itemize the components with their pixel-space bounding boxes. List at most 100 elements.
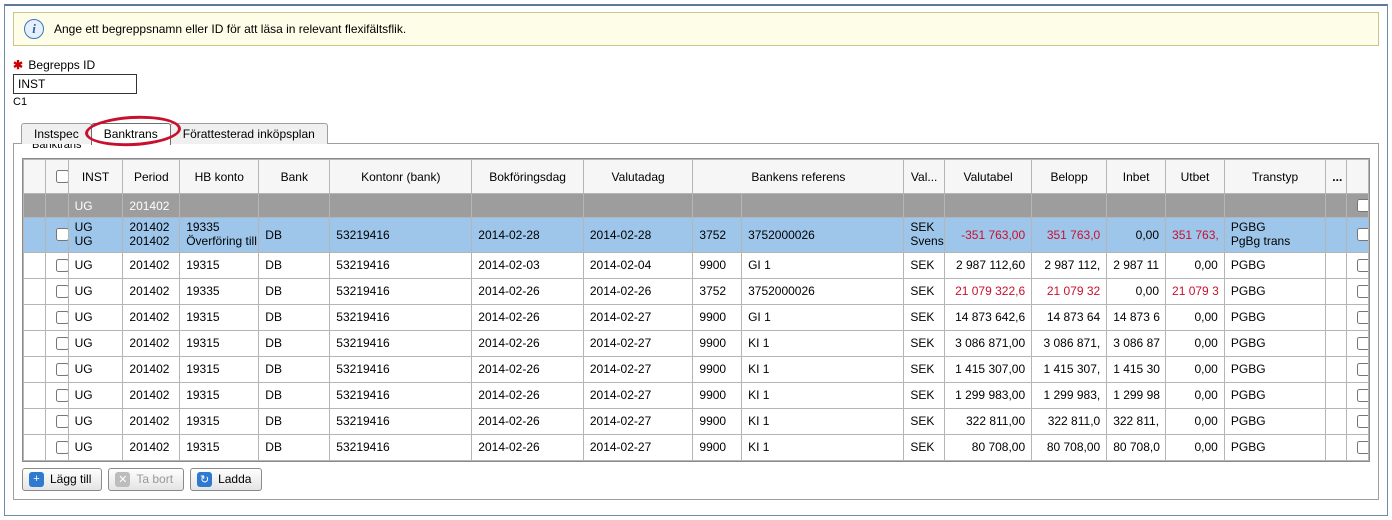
add-button[interactable]: + Lägg till — [22, 468, 102, 491]
row-trailing-checkbox[interactable] — [1346, 278, 1368, 304]
cell-more[interactable] — [1326, 278, 1346, 304]
row-handle[interactable] — [24, 330, 46, 356]
col-kontonr[interactable]: Kontonr (bank) — [330, 160, 472, 194]
col-trailing-chk — [1346, 160, 1368, 194]
cell-inst: UG — [68, 252, 123, 278]
col-transtyp[interactable]: Transtyp — [1224, 160, 1325, 194]
row-handle[interactable] — [24, 408, 46, 434]
cell-more[interactable] — [1326, 330, 1346, 356]
cell-ref-code: 9900 — [693, 252, 742, 278]
col-val[interactable]: Val... — [904, 160, 945, 194]
row-handle[interactable] — [24, 434, 46, 460]
col-checkbox-all[interactable] — [46, 160, 68, 194]
cell-hbkonto: 19315 — [180, 330, 259, 356]
cell-ref-text: KI 1 — [742, 408, 904, 434]
cell-more[interactable] — [1326, 382, 1346, 408]
cell-valutabel: -351 763,00 — [944, 218, 1031, 253]
cell-transtyp: PGBG — [1224, 252, 1325, 278]
row-handle[interactable] — [24, 252, 46, 278]
cell-bank: DB — [259, 218, 330, 253]
cell-more[interactable] — [1326, 434, 1346, 460]
table-row[interactable]: UG20140219335DB532194162014-02-262014-02… — [24, 278, 1369, 304]
tab-forattesterad[interactable]: Förattesterad inköpsplan — [170, 123, 328, 144]
row-checkbox[interactable] — [46, 278, 68, 304]
filter-trailing-checkbox[interactable] — [1357, 199, 1369, 212]
table-row[interactable]: UG20140219315DB532194162014-02-262014-02… — [24, 434, 1369, 460]
load-button[interactable]: ↻ Ladda — [190, 468, 262, 491]
col-valdag[interactable]: Valutadag — [583, 160, 693, 194]
cell-bokdag: 2014-02-26 — [472, 408, 584, 434]
cell-more[interactable] — [1326, 252, 1346, 278]
cell-hbkonto: 19335 — [180, 278, 259, 304]
cell-more[interactable] — [1326, 408, 1346, 434]
cell-period: 201402 — [123, 408, 180, 434]
row-handle[interactable] — [24, 218, 46, 253]
table-row[interactable]: UGUG20140220140219335Överföring tillDB53… — [24, 218, 1369, 253]
cell-valutabel: 322 811,00 — [944, 408, 1031, 434]
table-row[interactable]: UG20140219315DB532194162014-02-032014-02… — [24, 252, 1369, 278]
tab-strip: Instspec Banktrans Förattesterad inköpsp… — [21, 122, 1379, 144]
row-checkbox[interactable] — [46, 434, 68, 460]
begrepps-id-input[interactable] — [13, 74, 137, 94]
tab-banktrans[interactable]: Banktrans — [91, 123, 171, 145]
cell-hbkonto: 19315 — [180, 408, 259, 434]
table-row[interactable]: UG20140219315DB532194162014-02-262014-02… — [24, 330, 1369, 356]
cell-belopp: 21 079 32 — [1032, 278, 1107, 304]
row-trailing-checkbox[interactable] — [1346, 330, 1368, 356]
col-bokdag[interactable]: Bokföringsdag — [472, 160, 584, 194]
col-period[interactable]: Period — [123, 160, 180, 194]
table-row[interactable]: UG20140219315DB532194162014-02-262014-02… — [24, 382, 1369, 408]
cell-konto: 53219416 — [330, 434, 472, 460]
cell-more[interactable] — [1326, 356, 1346, 382]
cell-bank: DB — [259, 408, 330, 434]
table-row[interactable]: UG20140219315DB532194162014-02-262014-02… — [24, 356, 1369, 382]
col-utbet[interactable]: Utbet — [1166, 160, 1225, 194]
remove-button[interactable]: ✕ Ta bort — [108, 468, 184, 491]
row-checkbox[interactable] — [46, 356, 68, 382]
row-checkbox[interactable] — [46, 408, 68, 434]
row-trailing-checkbox[interactable] — [1346, 434, 1368, 460]
row-trailing-checkbox[interactable] — [1346, 218, 1368, 253]
table-row[interactable]: UG20140219315DB532194162014-02-262014-02… — [24, 408, 1369, 434]
row-handle[interactable] — [24, 382, 46, 408]
col-hbkonto[interactable]: HB konto — [180, 160, 259, 194]
row-checkbox[interactable] — [46, 382, 68, 408]
col-bank[interactable]: Bank — [259, 160, 330, 194]
col-belopp[interactable]: Belopp — [1032, 160, 1107, 194]
row-handle[interactable] — [24, 304, 46, 330]
cell-valdag: 2014-02-28 — [583, 218, 693, 253]
row-trailing-checkbox[interactable] — [1346, 356, 1368, 382]
col-rowhandle[interactable] — [24, 160, 46, 194]
row-handle[interactable] — [24, 356, 46, 382]
row-trailing-checkbox[interactable] — [1346, 382, 1368, 408]
cell-period: 201402 — [123, 330, 180, 356]
table-row[interactable]: UG20140219315DB532194162014-02-262014-02… — [24, 304, 1369, 330]
row-checkbox[interactable] — [46, 252, 68, 278]
cell-inst: UG — [68, 408, 123, 434]
cell-more[interactable] — [1326, 218, 1346, 253]
begrepps-id-sub: C1 — [13, 96, 1379, 108]
row-trailing-checkbox[interactable] — [1346, 252, 1368, 278]
row-checkbox[interactable] — [46, 304, 68, 330]
row-trailing-checkbox[interactable] — [1346, 304, 1368, 330]
cell-valutabel: 14 873 642,6 — [944, 304, 1031, 330]
tab-instspec[interactable]: Instspec — [21, 123, 92, 144]
row-trailing-checkbox[interactable] — [1346, 408, 1368, 434]
cell-ref-code: 3752 — [693, 218, 742, 253]
col-valutabel[interactable]: Valutabel — [944, 160, 1031, 194]
row-checkbox[interactable] — [46, 218, 68, 253]
cell-konto: 53219416 — [330, 304, 472, 330]
row-handle[interactable] — [24, 278, 46, 304]
cell-more[interactable] — [1326, 304, 1346, 330]
cell-hbkonto: 19335Överföring till — [180, 218, 259, 253]
col-inst[interactable]: INST — [68, 160, 123, 194]
filter-row[interactable]: UG 201402 — [24, 194, 1369, 218]
cell-valdag: 2014-02-27 — [583, 356, 693, 382]
col-inbet[interactable]: Inbet — [1107, 160, 1166, 194]
row-checkbox[interactable] — [46, 330, 68, 356]
cell-utbet: 0,00 — [1166, 408, 1225, 434]
col-referens[interactable]: Bankens referens — [693, 160, 904, 194]
col-more[interactable]: ... — [1326, 160, 1346, 194]
cell-val: SEKSvens — [904, 218, 945, 253]
cell-bank: DB — [259, 382, 330, 408]
